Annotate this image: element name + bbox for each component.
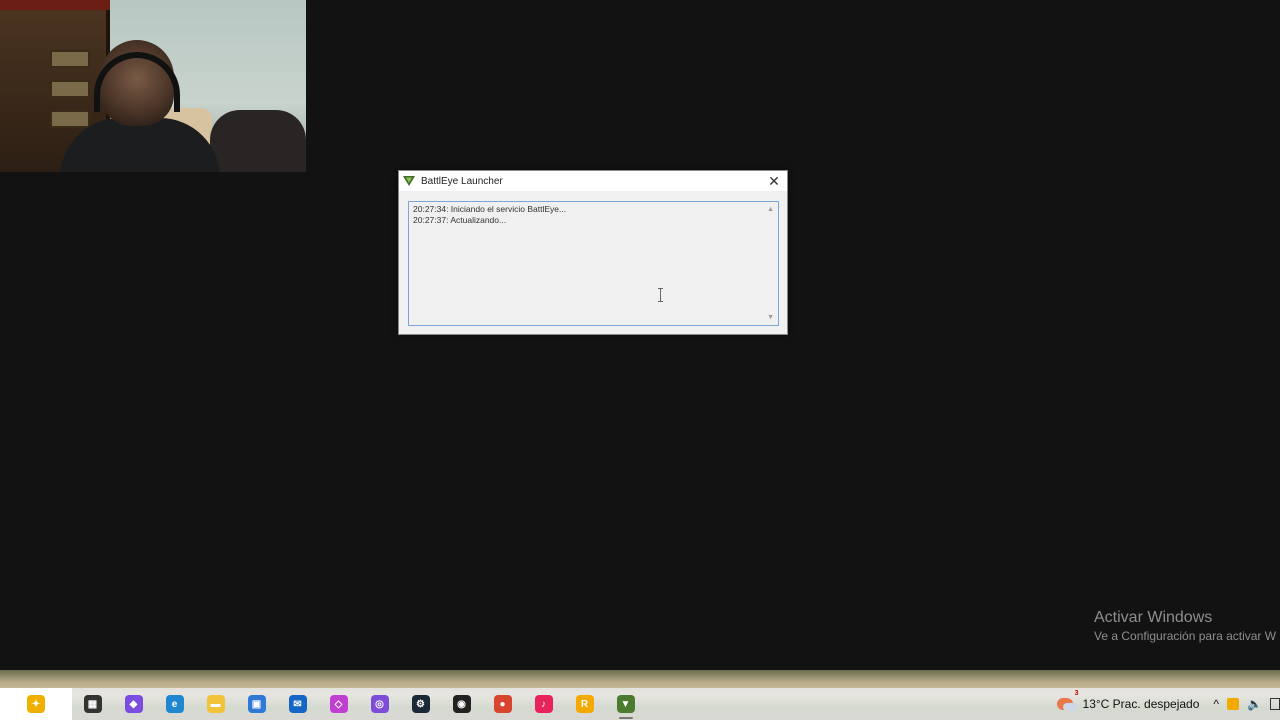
gaming-app-icon: ◎ — [370, 695, 389, 713]
edge-browser-taskbar-button[interactable]: e — [154, 688, 195, 720]
battleye-launcher-taskbar-button[interactable]: ▼ — [605, 688, 646, 720]
obs-studio-taskbar-button[interactable]: ◉ — [441, 688, 482, 720]
weather-text[interactable]: 13°C Prac. despejado — [1083, 697, 1200, 711]
tray-overflow-chevron-icon[interactable]: ^ — [1213, 697, 1219, 711]
speaker-icon[interactable]: 🔈 — [1247, 697, 1262, 711]
microsoft-store-icon: ▣ — [247, 695, 266, 713]
activate-windows-watermark: Activar Windows Ve a Configuración para … — [1094, 609, 1276, 643]
scroll-up-arrow-icon[interactable]: ▲ — [767, 204, 774, 215]
outlook-taskbar-button[interactable]: ✉ — [277, 688, 318, 720]
rockstar-tray-icon[interactable] — [1227, 698, 1240, 710]
close-button[interactable]: ✕ — [761, 171, 787, 191]
outlook-icon: ✉ — [288, 695, 307, 713]
text-cursor-icon — [657, 288, 665, 302]
weather-badge: 3 — [1074, 690, 1079, 697]
weather-icon[interactable]: 3 — [1056, 690, 1079, 712]
steam-icon: ⚙ — [411, 695, 430, 713]
copilot-app-taskbar-button[interactable]: ◆ — [113, 688, 154, 720]
close-icon: ✕ — [768, 172, 780, 189]
ms-365-icon: ◇ — [329, 695, 348, 713]
rockstar-launcher-taskbar-button[interactable]: R — [564, 688, 605, 720]
copilot-sparkle-icon: ✦ — [27, 695, 45, 713]
tiktok-taskbar-button[interactable]: ♪ — [523, 688, 564, 720]
steam-taskbar-button[interactable]: ⚙ — [400, 688, 441, 720]
log-textarea[interactable]: 20:27:34: Iniciando el servicio BattlEye… — [408, 201, 779, 326]
ms-365-taskbar-button[interactable]: ◇ — [318, 688, 359, 720]
taskbar-icons: ✦ ▦ ◆ e ▬ ▣ ✉ ◇ ◎ ⚙ ◉ ● ♪ R ▼ — [0, 688, 646, 720]
battleye-logo-icon — [403, 176, 415, 186]
tiktok-icon: ♪ — [534, 695, 553, 713]
chrome-taskbar-button[interactable]: ● — [482, 688, 523, 720]
log-line: 20:27:34: Iniciando el servicio BattlEye… — [413, 204, 567, 214]
file-explorer-taskbar-button[interactable]: ▬ — [195, 688, 236, 720]
battleye-launcher-icon: ▼ — [616, 695, 635, 713]
watermark-subtitle: Ve a Configuración para activar W — [1094, 629, 1277, 643]
task-view-taskbar-button[interactable]: ▦ — [72, 688, 113, 720]
copilot-sparkle-taskbar-button[interactable]: ✦ — [0, 688, 72, 720]
window-titlebar[interactable]: BattlEye Launcher ✕ — [399, 171, 787, 191]
file-explorer-icon: ▬ — [206, 695, 225, 713]
system-tray: 3 13°C Prac. despejado ^ 🔈 — [1056, 688, 1280, 720]
scroll-down-arrow-icon[interactable]: ▼ — [767, 312, 774, 323]
rockstar-launcher-icon: R — [575, 695, 594, 713]
gaming-app-taskbar-button[interactable]: ◎ — [359, 688, 400, 720]
copilot-app-icon: ◆ — [124, 695, 143, 713]
webcam-overlay — [0, 0, 306, 172]
webcam-chair — [210, 110, 306, 172]
chrome-icon: ● — [493, 695, 512, 713]
task-view-icon: ▦ — [83, 695, 102, 713]
watermark-title: Activar Windows — [1094, 609, 1213, 626]
obs-studio-icon: ◉ — [452, 695, 471, 713]
edge-browser-icon: e — [165, 695, 184, 713]
taskbar: ✦ ▦ ◆ e ▬ ▣ ✉ ◇ ◎ ⚙ ◉ ● ♪ R ▼ 3 13°C Prac. despejado ^… — [0, 670, 1280, 720]
window-title: BattlEye Launcher — [421, 175, 503, 187]
notification-icon[interactable] — [1270, 698, 1280, 710]
log-line: 20:27:37: Actualizando... — [413, 215, 507, 225]
battleye-launcher-window: BattlEye Launcher ✕ 20:27:34: Iniciando … — [398, 170, 788, 335]
microsoft-store-taskbar-button[interactable]: ▣ — [236, 688, 277, 720]
